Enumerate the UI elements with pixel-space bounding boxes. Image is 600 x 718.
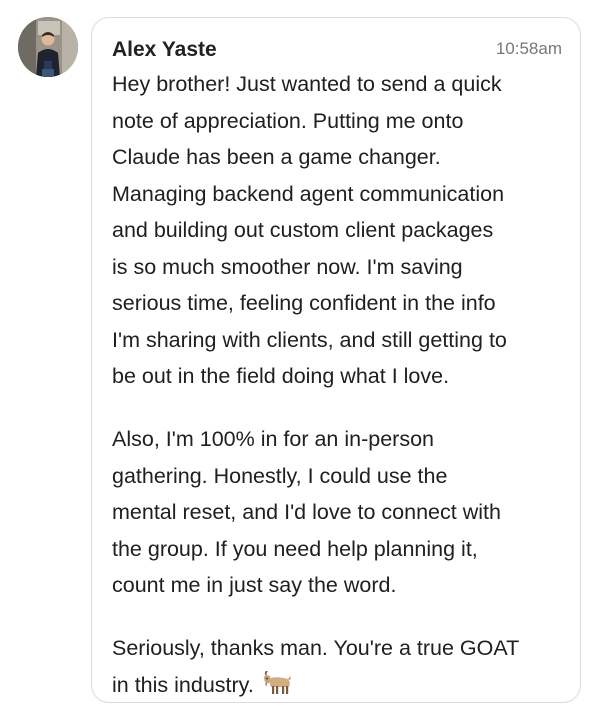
message-line: be out in the field doing what I love.: [112, 364, 450, 388]
message-paragraph-1: Hey brother! Just wanted to send a quick…: [112, 66, 574, 395]
message-line: Also, I'm 100% in for an in-person: [112, 427, 434, 451]
message-line: Claude has been a game changer.: [112, 145, 441, 169]
message-line: the group. If you need help planning it,: [112, 536, 478, 561]
message-paragraph-3: Seriously, thanks man. You're a true GOA…: [112, 630, 574, 707]
message-line: note of appreciation. Putting me onto: [112, 108, 464, 133]
message-line: count me in just say the word.: [112, 573, 397, 597]
avatar[interactable]: [18, 17, 78, 77]
message-line: serious time, feeling confident in the i…: [112, 291, 496, 315]
message-line: Managing backend agent communication: [112, 181, 505, 206]
avatar-photo: [18, 17, 78, 77]
message-timestamp: 10:58am: [495, 39, 562, 58]
goat-icon: [262, 670, 292, 708]
message-line: Seriously, thanks man. You're a true GOA…: [112, 636, 520, 660]
sender-name[interactable]: Alex Yaste: [112, 38, 217, 62]
message-line: mental reset, and I'd love to connect wi…: [112, 500, 501, 524]
message-line: gathering. Honestly, I could use the: [112, 463, 448, 488]
message-line: Hey brother! Just wanted to send a quick: [112, 72, 502, 96]
message-line-text: in this industry.: [112, 672, 254, 697]
message-line: is so much smoother now. I'm saving: [112, 254, 463, 279]
message-bubble[interactable]: Alex Yaste 10:58am Hey brother! Just wan…: [91, 17, 581, 703]
message-line: I'm sharing with clients, and still gett…: [112, 327, 507, 352]
message-paragraph-2: Also, I'm 100% in for an in-person gathe…: [112, 421, 574, 604]
message-line: and building out custom client packages: [112, 218, 494, 242]
message-line-last: in this industry.: [112, 667, 574, 708]
